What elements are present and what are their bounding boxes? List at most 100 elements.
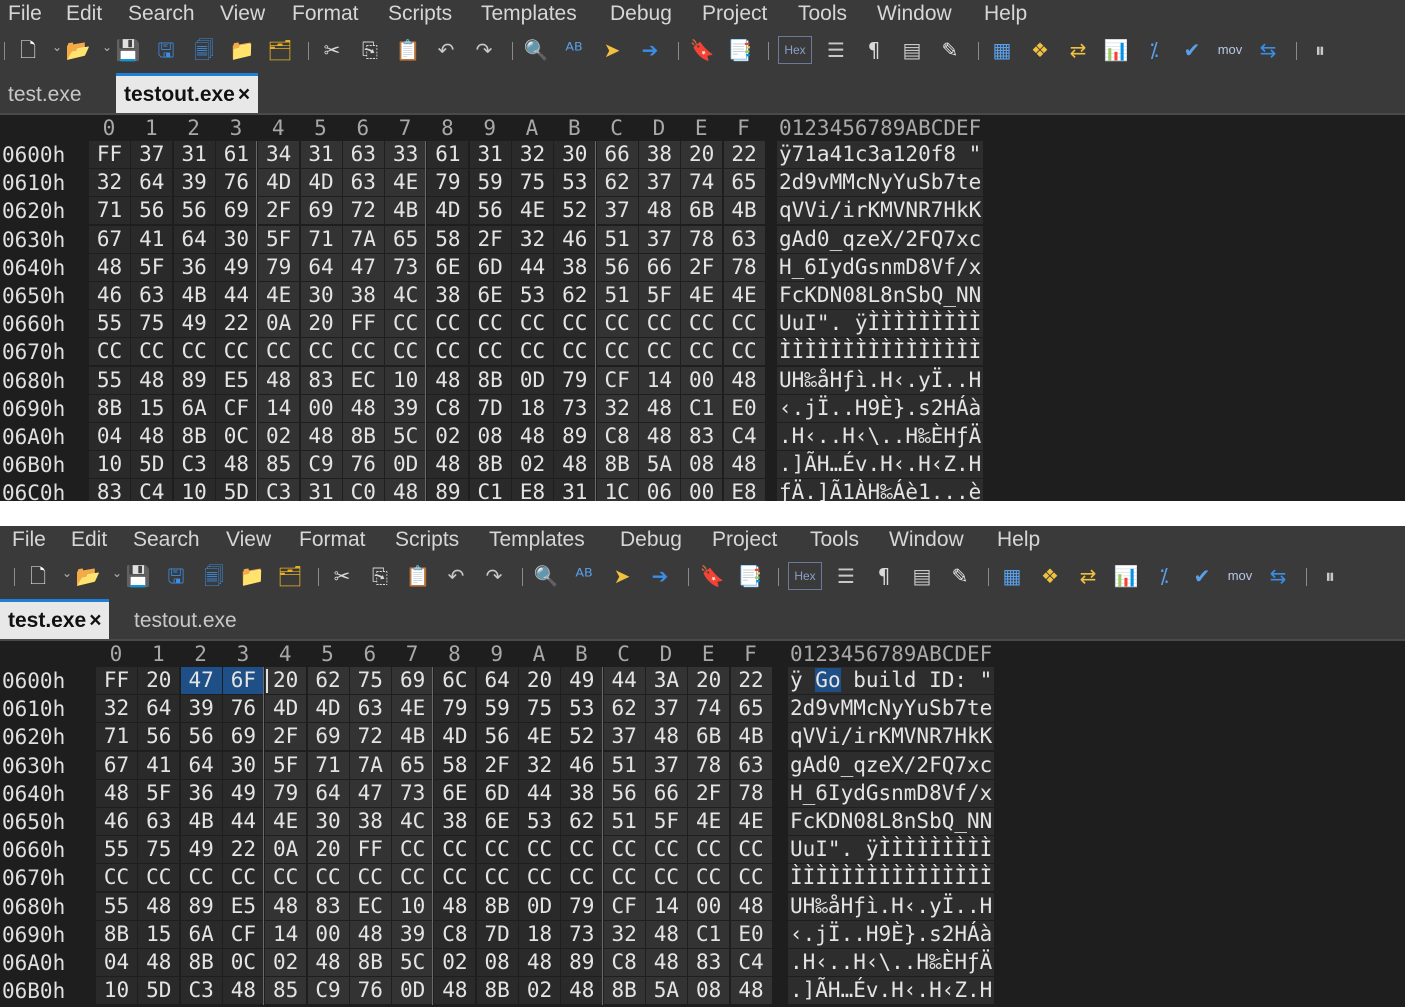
hex-byte[interactable]: 47 xyxy=(342,253,384,281)
text-mode-icon[interactable]: ☰ xyxy=(822,36,850,64)
find-icon[interactable]: 🔍 xyxy=(522,36,550,64)
pause-icon[interactable]: ⏸ xyxy=(1316,562,1344,590)
hex-byte[interactable]: C4 xyxy=(131,479,173,501)
hex-byte[interactable]: CC xyxy=(512,338,553,366)
hex-byte[interactable]: 53 xyxy=(512,282,553,309)
hex-byte[interactable]: 7D xyxy=(476,920,518,948)
hex-byte[interactable]: 31 xyxy=(469,141,511,168)
ascii-text[interactable]: FcKDN08L8nSbQ_NN xyxy=(777,282,984,309)
inspector-icon[interactable]: ❖ xyxy=(1036,562,1064,590)
hex-byte[interactable]: 78 xyxy=(688,751,730,779)
hex-byte[interactable]: 89 xyxy=(180,892,222,920)
hex-byte[interactable]: 53 xyxy=(519,808,560,835)
hex-byte[interactable]: 0D xyxy=(392,977,434,1005)
hex-byte[interactable]: 73 xyxy=(561,920,603,948)
save-as-icon[interactable]: 🖫 xyxy=(152,36,180,64)
hex-byte[interactable]: 5C xyxy=(392,949,434,976)
hex-byte[interactable]: 0A xyxy=(258,310,300,338)
hex-byte[interactable]: 36 xyxy=(173,253,215,281)
hex-byte[interactable]: 4E xyxy=(688,808,730,835)
hex-byte[interactable]: 32 xyxy=(512,141,553,168)
hex-byte[interactable]: 48 xyxy=(723,366,765,394)
hex-byte[interactable]: CC xyxy=(342,338,384,366)
hex-byte[interactable]: 48 xyxy=(89,253,130,281)
hex-byte[interactable]: 02 xyxy=(434,949,476,976)
hex-byte[interactable]: 37 xyxy=(645,695,687,723)
hex-byte[interactable]: 8B xyxy=(173,423,215,450)
hex-byte[interactable]: 75 xyxy=(138,836,180,864)
hex-byte[interactable]: 37 xyxy=(638,225,680,253)
hex-byte[interactable]: 72 xyxy=(349,723,391,751)
hex-byte[interactable]: 48 xyxy=(638,394,680,422)
hex-byte[interactable]: CC xyxy=(730,836,772,864)
hex-byte[interactable]: 48 xyxy=(561,977,603,1005)
hex-byte[interactable]: CC xyxy=(638,310,680,338)
hex-byte[interactable]: 49 xyxy=(215,253,257,281)
menu-search[interactable]: Search xyxy=(128,0,195,27)
hex-byte[interactable]: 41 xyxy=(131,225,173,253)
hex-byte[interactable]: 66 xyxy=(645,779,687,807)
menu-edit[interactable]: Edit xyxy=(66,0,102,27)
highlight-icon[interactable]: ✎ xyxy=(936,36,964,64)
open-workspace-icon[interactable]: 🗂 xyxy=(276,562,304,590)
menu-edit[interactable]: Edit xyxy=(71,526,107,553)
hex-byte[interactable]: CC xyxy=(519,836,560,864)
hex-byte[interactable]: 38 xyxy=(561,779,603,807)
hex-byte[interactable]: 64 xyxy=(180,751,222,779)
hex-byte[interactable]: CC xyxy=(434,836,476,864)
find-in-files-icon[interactable]: ➤ xyxy=(598,36,626,64)
hex-byte[interactable]: FF xyxy=(96,667,137,694)
hex-byte[interactable]: 76 xyxy=(342,451,384,479)
hex-byte[interactable]: 39 xyxy=(392,920,434,948)
ascii-text[interactable]: ÌÌÌÌÌÌÌÌÌÌÌÌÌÌÌÌ xyxy=(788,864,995,892)
bookmark-list-icon[interactable]: 📑 xyxy=(726,36,754,64)
hex-byte[interactable]: 6E xyxy=(434,779,476,807)
hex-byte[interactable]: 71 xyxy=(300,225,342,253)
hex-byte[interactable]: C3 xyxy=(180,977,222,1005)
hex-byte[interactable]: CC xyxy=(688,836,730,864)
dropdown-arrow-icon[interactable]: ⌄ xyxy=(62,566,72,580)
save-as-icon[interactable]: 🖫 xyxy=(162,562,190,590)
pilcrow-icon[interactable]: ¶ xyxy=(870,562,898,590)
hex-byte[interactable]: 64 xyxy=(173,225,215,253)
hex-byte[interactable]: 8B xyxy=(349,949,391,976)
hex-byte[interactable]: 63 xyxy=(349,695,391,723)
hex-byte[interactable]: 00 xyxy=(307,920,349,948)
menu-window[interactable]: Window xyxy=(877,0,952,27)
ascii-text[interactable]: ÿ71a41c3a120f8 " xyxy=(777,141,984,168)
hex-byte[interactable]: 39 xyxy=(173,169,215,197)
hex-byte[interactable]: 51 xyxy=(603,808,645,835)
find-replace-icon[interactable]: ᴬᴮ xyxy=(570,562,598,590)
ascii-text[interactable]: qVVi/irKMVNR7HkK xyxy=(788,723,995,751)
hex-byte[interactable]: CC xyxy=(554,338,596,366)
hex-byte[interactable]: 3A xyxy=(645,667,687,694)
hex-byte[interactable]: 55 xyxy=(89,366,130,394)
hex-byte[interactable]: CC xyxy=(476,836,518,864)
hex-byte[interactable]: 6E xyxy=(427,253,469,281)
hex-byte[interactable]: 32 xyxy=(512,225,553,253)
open-workspace-icon[interactable]: 🗂 xyxy=(266,36,294,64)
hex-byte[interactable]: 37 xyxy=(596,197,638,225)
hex-byte[interactable]: 44 xyxy=(512,253,553,281)
hex-byte[interactable]: 8B xyxy=(476,892,518,920)
hex-byte[interactable]: 0C xyxy=(215,423,257,450)
hex-byte[interactable]: 4E xyxy=(258,282,300,309)
ascii-text[interactable]: gAd0_qzeX/2FQ7xc xyxy=(788,751,995,779)
hex-byte[interactable]: 4B xyxy=(173,282,215,309)
hex-byte[interactable]: 02 xyxy=(258,423,300,450)
cut-icon[interactable]: ✂ xyxy=(318,36,346,64)
hex-byte[interactable]: CC xyxy=(215,338,257,366)
hex-byte[interactable]: 48 xyxy=(215,451,257,479)
hex-byte[interactable]: 08 xyxy=(681,451,723,479)
hex-byte[interactable]: E0 xyxy=(723,394,765,422)
tab-testout-exe[interactable]: testout.exe xyxy=(126,602,245,639)
hex-byte[interactable]: CC xyxy=(730,864,772,892)
columns-icon[interactable]: ▤ xyxy=(898,36,926,64)
hex-byte[interactable]: CF xyxy=(215,394,257,422)
hex-byte[interactable]: 51 xyxy=(596,282,638,309)
hex-byte[interactable]: 41 xyxy=(138,751,180,779)
hex-byte[interactable]: 37 xyxy=(638,169,680,197)
hex-byte[interactable]: CC xyxy=(385,338,427,366)
hex-byte[interactable]: 52 xyxy=(554,197,596,225)
hex-byte[interactable]: 7A xyxy=(349,751,391,779)
